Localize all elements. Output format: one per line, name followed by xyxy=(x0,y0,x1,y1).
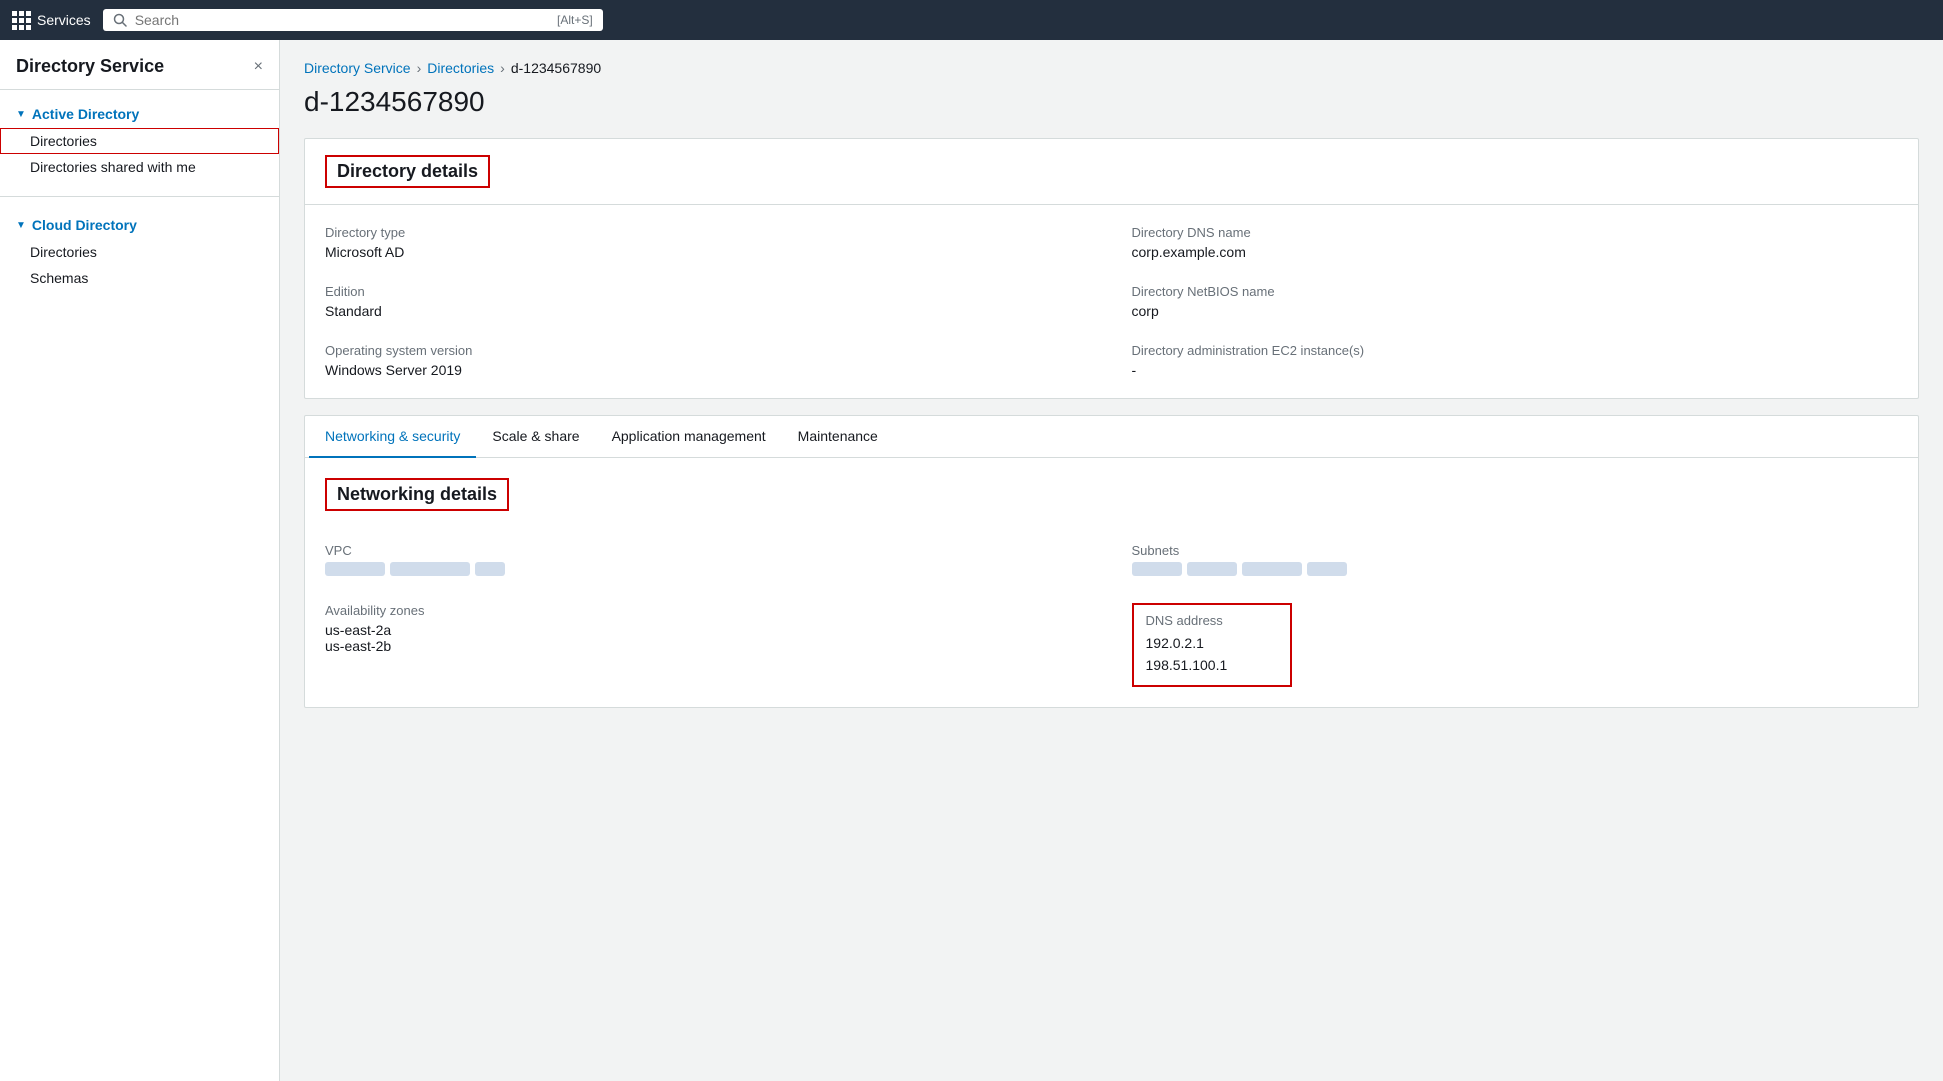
blur-pill-5 xyxy=(1187,562,1237,576)
active-directory-label: Active Directory xyxy=(32,106,139,122)
dns-address-value-2: 198.51.100.1 xyxy=(1146,654,1278,676)
detail-subnets: Subnets xyxy=(1132,543,1899,579)
tab-maintenance[interactable]: Maintenance xyxy=(782,416,894,458)
top-nav: Services [Alt+S] xyxy=(0,0,1943,40)
dns-address-label: DNS address xyxy=(1146,613,1278,628)
vpc-value-blurred xyxy=(325,562,505,576)
detail-os-version: Operating system version Windows Server … xyxy=(325,343,1092,378)
netbios-label: Directory NetBIOS name xyxy=(1132,284,1899,299)
chevron-down-icon: ▼ xyxy=(16,109,26,120)
services-label: Services xyxy=(37,12,91,28)
detail-az: Availability zones us-east-2a us-east-2b xyxy=(325,603,1092,687)
tabs-container: Networking & security Scale & share Appl… xyxy=(304,415,1919,708)
os-version-value: Windows Server 2019 xyxy=(325,362,1092,378)
sidebar-section-active-directory: ▼ Active Directory Directories Directori… xyxy=(0,90,279,192)
breadcrumb-directories[interactable]: Directories xyxy=(427,60,494,76)
sidebar-title: Directory Service xyxy=(16,56,164,77)
az-value-2: us-east-2b xyxy=(325,638,1092,654)
networking-details-header: Networking details xyxy=(325,478,1898,527)
detail-edition: Edition Standard xyxy=(325,284,1092,319)
az-value-1: us-east-2a xyxy=(325,622,1092,638)
dns-name-label: Directory DNS name xyxy=(1132,225,1899,240)
sidebar-item-schemas[interactable]: Schemas xyxy=(0,265,279,291)
blur-pill-3 xyxy=(475,562,505,576)
sidebar: Directory Service × ▼ Active Directory D… xyxy=(0,40,280,1081)
sidebar-item-directories-shared[interactable]: Directories shared with me xyxy=(0,154,279,180)
sidebar-close-button[interactable]: × xyxy=(254,58,263,76)
networking-tab-content: Networking details VPC Subnets xyxy=(305,458,1918,707)
chevron-down-icon-2: ▼ xyxy=(16,220,26,231)
directory-type-value: Microsoft AD xyxy=(325,244,1092,260)
layout: Directory Service × ▼ Active Directory D… xyxy=(0,40,1943,1081)
breadcrumb: Directory Service › Directories › d-1234… xyxy=(304,60,1919,76)
sidebar-item-cloud-directories[interactable]: Directories xyxy=(0,239,279,265)
detail-admin-ec2: Directory administration EC2 instance(s)… xyxy=(1132,343,1899,378)
directory-details-card: Directory details Directory type Microso… xyxy=(304,138,1919,399)
admin-ec2-value: - xyxy=(1132,362,1899,378)
directory-details-header: Directory details xyxy=(305,139,1918,205)
blur-pill-1 xyxy=(325,562,385,576)
search-bar[interactable]: [Alt+S] xyxy=(103,9,603,31)
directory-details-heading: Directory details xyxy=(325,155,490,188)
networking-grid: VPC Subnets xyxy=(325,543,1898,687)
breadcrumb-directory-service[interactable]: Directory Service xyxy=(304,60,411,76)
edition-value: Standard xyxy=(325,303,1092,319)
az-label: Availability zones xyxy=(325,603,1092,618)
dns-name-value: corp.example.com xyxy=(1132,244,1899,260)
sidebar-section-cloud-directory: ▼ Cloud Directory Directories Schemas xyxy=(0,201,279,303)
blur-pill-2 xyxy=(390,562,470,576)
search-shortcut: [Alt+S] xyxy=(557,13,593,27)
sidebar-item-directories[interactable]: Directories xyxy=(0,128,279,154)
subnets-label: Subnets xyxy=(1132,543,1899,558)
dns-address-box: DNS address 192.0.2.1 198.51.100.1 xyxy=(1132,603,1292,687)
blur-pill-6 xyxy=(1242,562,1302,576)
search-icon xyxy=(113,13,127,27)
dns-address-value-1: 192.0.2.1 xyxy=(1146,632,1278,654)
directory-type-label: Directory type xyxy=(325,225,1092,240)
sidebar-header: Directory Service × xyxy=(0,40,279,90)
sidebar-divider xyxy=(0,196,279,197)
tab-networking[interactable]: Networking & security xyxy=(309,416,476,458)
breadcrumb-current: d-1234567890 xyxy=(511,60,601,76)
subnets-value-blurred xyxy=(1132,562,1347,576)
breadcrumb-sep-2: › xyxy=(500,60,505,76)
tab-scale[interactable]: Scale & share xyxy=(476,416,595,458)
page-title: d-1234567890 xyxy=(304,86,1919,118)
services-button[interactable]: Services xyxy=(12,11,91,30)
main-content: Directory Service › Directories › d-1234… xyxy=(280,40,1943,1081)
os-version-label: Operating system version xyxy=(325,343,1092,358)
details-grid: Directory type Microsoft AD Directory DN… xyxy=(325,225,1898,378)
sidebar-section-active-directory-title[interactable]: ▼ Active Directory xyxy=(0,102,279,128)
vpc-label: VPC xyxy=(325,543,1092,558)
tab-app-management[interactable]: Application management xyxy=(596,416,782,458)
tabs-bar: Networking & security Scale & share Appl… xyxy=(305,416,1918,458)
blur-pill-7 xyxy=(1307,562,1347,576)
detail-directory-type: Directory type Microsoft AD xyxy=(325,225,1092,260)
detail-dns-name: Directory DNS name corp.example.com xyxy=(1132,225,1899,260)
blur-pill-4 xyxy=(1132,562,1182,576)
admin-ec2-label: Directory administration EC2 instance(s) xyxy=(1132,343,1899,358)
breadcrumb-sep-1: › xyxy=(417,60,422,76)
detail-vpc: VPC xyxy=(325,543,1092,579)
detail-dns-address: DNS address 192.0.2.1 198.51.100.1 xyxy=(1132,603,1899,687)
search-input[interactable] xyxy=(135,12,549,28)
grid-icon xyxy=(12,11,31,30)
detail-netbios: Directory NetBIOS name corp xyxy=(1132,284,1899,319)
sidebar-section-cloud-directory-title[interactable]: ▼ Cloud Directory xyxy=(0,213,279,239)
directory-details-body: Directory type Microsoft AD Directory DN… xyxy=(305,205,1918,398)
netbios-value: corp xyxy=(1132,303,1899,319)
cloud-directory-label: Cloud Directory xyxy=(32,217,137,233)
networking-details-heading: Networking details xyxy=(325,478,509,511)
edition-label: Edition xyxy=(325,284,1092,299)
